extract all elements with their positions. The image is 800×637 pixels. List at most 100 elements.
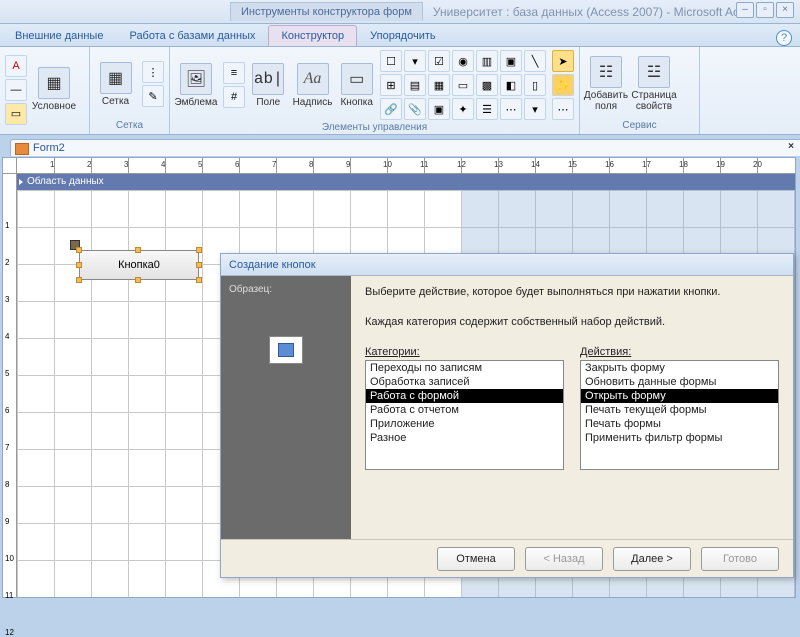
wizard-main-panel: Выберите действие, которое будет выполня… bbox=[351, 276, 793, 539]
close-button[interactable]: × bbox=[776, 2, 794, 18]
ctrl-attach-icon[interactable]: 📎 bbox=[404, 98, 426, 120]
wizard-title: Создание кнопок bbox=[221, 254, 793, 276]
ctrl-ext5-icon[interactable]: ☰ bbox=[476, 98, 498, 120]
ctrl-ole-icon[interactable]: ▣ bbox=[428, 98, 450, 120]
command-button-control[interactable]: Кнопка0 bbox=[79, 250, 199, 280]
selection-handle[interactable] bbox=[196, 277, 202, 283]
ribbon-group-grid: ▦ Сетка ⋮ ✎ Сетка bbox=[90, 47, 170, 134]
list-item[interactable]: Обновить данные формы bbox=[581, 375, 778, 389]
label-button[interactable]: Aa Надпись bbox=[291, 61, 335, 110]
fill-color-icon[interactable]: ▭ bbox=[5, 103, 27, 125]
tab-db-tools[interactable]: Работа с базами данных bbox=[116, 25, 268, 46]
ribbon-group-font-label bbox=[4, 130, 85, 132]
ctrl-ext-a-icon[interactable]: ≡ bbox=[223, 62, 245, 84]
selection-handle[interactable] bbox=[76, 277, 82, 283]
more-controls-icon[interactable]: ⋯ bbox=[552, 98, 574, 120]
detail-section-header[interactable]: Область данных bbox=[17, 174, 795, 190]
ctrl-checkbox-icon[interactable]: ☑ bbox=[428, 50, 450, 72]
list-item[interactable]: Печать формы bbox=[581, 417, 778, 431]
list-item[interactable]: Разное bbox=[366, 431, 563, 445]
actions-listbox[interactable]: Закрыть формуОбновить данные формыОткрыт… bbox=[580, 360, 779, 470]
ctrl-ext6-icon[interactable]: ⋯ bbox=[500, 98, 522, 120]
ctrl-subform-icon[interactable]: ▦ bbox=[428, 74, 450, 96]
ctrl-chart-icon[interactable]: ▥ bbox=[476, 50, 498, 72]
categories-listbox[interactable]: Переходы по записямОбработка записейРабо… bbox=[365, 360, 564, 470]
contextual-tools-label: Инструменты конструктора форм bbox=[230, 2, 423, 21]
ruler-horizontal: 1234567891011121314151617181920 bbox=[17, 158, 795, 174]
ctrl-ext-b-icon[interactable]: # bbox=[223, 86, 245, 108]
selection-handle[interactable] bbox=[196, 262, 202, 268]
wizard-instruction-2: Каждая категория содержит собственный на… bbox=[365, 316, 779, 328]
ctrl-line-icon[interactable]: ╲ bbox=[524, 50, 546, 72]
list-item[interactable]: Переходы по записям bbox=[366, 361, 563, 375]
commandbutton-button[interactable]: ▭ Кнопка bbox=[338, 61, 375, 110]
ctrl-toggle-icon[interactable]: ⊞ bbox=[380, 74, 402, 96]
ctrl-ext7-icon[interactable]: ▾ bbox=[524, 98, 546, 120]
ctrl-listbox-icon[interactable]: ☐ bbox=[380, 50, 402, 72]
list-item[interactable]: Открыть форму bbox=[581, 389, 778, 403]
back-button[interactable]: < Назад bbox=[525, 547, 603, 571]
wizard-sample-button bbox=[269, 336, 303, 364]
property-sheet-label: Страница свойств bbox=[631, 90, 676, 112]
cancel-button[interactable]: Отмена bbox=[437, 547, 515, 571]
wizard-tool-icon[interactable]: ✨ bbox=[552, 74, 574, 96]
ctrl-activex-icon[interactable]: ✦ bbox=[452, 98, 474, 120]
list-item[interactable]: Приложение bbox=[366, 417, 563, 431]
list-item[interactable]: Применить фильтр формы bbox=[581, 431, 778, 445]
ribbon-group-service: ☷ Добавить поля ☳ Страница свойств Серви… bbox=[580, 47, 700, 134]
tab-external-data[interactable]: Внешние данные bbox=[2, 25, 116, 46]
tab-arrange[interactable]: Упорядочить bbox=[357, 25, 448, 46]
textbox-button[interactable]: ab| Поле bbox=[250, 61, 287, 110]
form-tab[interactable]: Form2 bbox=[10, 139, 800, 156]
label-ctrl-label: Надпись bbox=[293, 97, 333, 108]
grid-ext2-icon[interactable]: ✎ bbox=[142, 85, 164, 107]
list-item[interactable]: Закрыть форму bbox=[581, 361, 778, 375]
next-button[interactable]: Далее > bbox=[613, 547, 691, 571]
ctrl-bound-icon[interactable]: ▩ bbox=[476, 74, 498, 96]
ctrl-unbound-icon[interactable]: ◧ bbox=[500, 74, 522, 96]
list-item[interactable]: Работа с формой bbox=[366, 389, 563, 403]
ctrl-page-icon[interactable]: ▯ bbox=[524, 74, 546, 96]
form-icon bbox=[15, 143, 29, 155]
form-close-icon[interactable]: × bbox=[788, 141, 794, 152]
selection-handle[interactable] bbox=[135, 247, 141, 253]
list-item[interactable]: Обработка записей bbox=[366, 375, 563, 389]
font-color-icon[interactable]: A bbox=[5, 55, 27, 77]
minimize-button[interactable]: – bbox=[736, 2, 754, 18]
wizard-button-bar: Отмена < Назад Далее > Готово bbox=[221, 539, 793, 577]
command-button-caption: Кнопка0 bbox=[118, 259, 160, 271]
ctrl-image-icon[interactable]: ▣ bbox=[500, 50, 522, 72]
selection-handle[interactable] bbox=[135, 277, 141, 283]
selection-handle[interactable] bbox=[196, 247, 202, 253]
emblem-button[interactable]: 🖼 Эмблема bbox=[174, 61, 218, 110]
ctrl-tab-icon[interactable]: ▤ bbox=[404, 74, 426, 96]
ctrl-rect-icon[interactable]: ▭ bbox=[452, 74, 474, 96]
detail-section-label: Область данных bbox=[27, 176, 104, 187]
categories-label: Категории: bbox=[365, 346, 564, 358]
finish-button[interactable]: Готово bbox=[701, 547, 779, 571]
grid-ext1-icon[interactable]: ⋮ bbox=[142, 61, 164, 83]
ruler-vertical: 123456789101112 bbox=[3, 174, 17, 597]
ctrl-hyperlink-icon[interactable]: 🔗 bbox=[380, 98, 402, 120]
list-item[interactable]: Печать текущей формы bbox=[581, 403, 778, 417]
selection-handle[interactable] bbox=[76, 262, 82, 268]
selection-handle[interactable] bbox=[76, 247, 82, 253]
tab-designer[interactable]: Конструктор bbox=[268, 25, 357, 46]
ctrl-combo-icon[interactable]: ▾ bbox=[404, 50, 426, 72]
list-item[interactable]: Работа с отчетом bbox=[366, 403, 563, 417]
select-tool-icon[interactable]: ➤ bbox=[552, 50, 574, 72]
ribbon-group-service-label: Сервис bbox=[584, 119, 695, 132]
restore-button[interactable]: ▫ bbox=[756, 2, 774, 18]
ribbon-group-controls: 🖼 Эмблема ≡ # ab| Поле Aa Надпись ▭ Кноп… bbox=[170, 47, 580, 134]
conditional-formatting-button[interactable]: ▦ Условное bbox=[32, 65, 76, 114]
help-icon[interactable]: ? bbox=[776, 30, 792, 46]
property-sheet-button[interactable]: ☳ Страница свойств bbox=[632, 54, 676, 114]
line-type-icon[interactable]: — bbox=[5, 79, 27, 101]
ribbon-group-controls-label: Элементы управления bbox=[174, 121, 575, 134]
wizard-instruction-1: Выберите действие, которое будет выполня… bbox=[365, 286, 779, 298]
grid-button[interactable]: ▦ Сетка bbox=[94, 60, 137, 109]
ribbon-tabs: Внешние данные Работа с базами данных Ко… bbox=[0, 24, 800, 47]
ctrl-option-icon[interactable]: ◉ bbox=[452, 50, 474, 72]
conditional-label: Условное bbox=[32, 101, 76, 112]
add-fields-button[interactable]: ☷ Добавить поля bbox=[584, 54, 628, 114]
